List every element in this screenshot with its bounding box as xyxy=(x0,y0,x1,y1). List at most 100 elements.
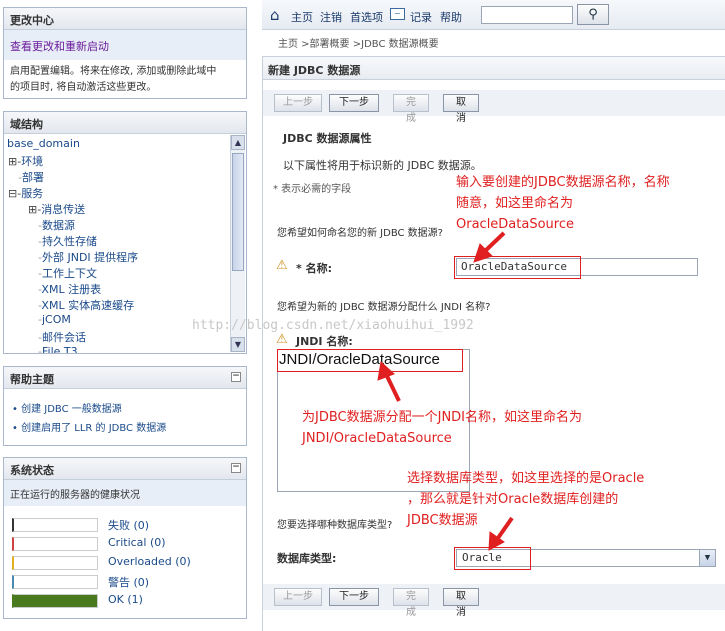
system-status-panel: 系统状态 − 正在运行的服务器的健康状况 失败 (0) Critical (0) O… xyxy=(3,457,247,619)
tree-item-jcom[interactable]: -jCOM xyxy=(38,313,71,326)
tree-label: 环境 xyxy=(21,155,44,168)
required-note: * 表示必需的字段 xyxy=(273,184,352,195)
top-button-bar: 上一步 下一步 完成 取消 xyxy=(263,90,725,124)
jndi-label: JNDI 名称: xyxy=(296,335,353,348)
section-desc: 以下属性将用于标识新的 JDBC 数据源。 xyxy=(283,159,482,172)
tree-label: 消息传送 xyxy=(41,203,86,216)
tree-label: jCOM xyxy=(41,313,71,326)
system-status-title-text: 系统状态 xyxy=(10,464,54,477)
status-link[interactable]: Overloaded (0) xyxy=(108,555,191,568)
name-field-highlight xyxy=(454,256,581,279)
tree-label: File T3 xyxy=(41,345,78,353)
db-type-highlight xyxy=(454,547,531,570)
finish-button[interactable]: 完成 xyxy=(393,94,429,124)
tree-label: 邮件会话 xyxy=(41,331,86,344)
change-center-title: 更改中心 xyxy=(4,8,246,30)
help-topics-title: 帮助主题 − xyxy=(4,367,246,389)
status-link[interactable]: OK (1) xyxy=(108,593,143,606)
status-bar xyxy=(12,518,98,532)
help-link[interactable]: 帮助 xyxy=(440,9,462,25)
bottom-button-bar: 上一步 下一步 完成 取消 xyxy=(263,584,725,618)
status-link[interactable]: 失败 (0) xyxy=(108,517,149,533)
tree-item-xml-registry[interactable]: -XML 注册表 xyxy=(38,281,101,297)
page-title: 新建 JDBC 数据源 xyxy=(263,56,725,80)
tree-item-foreign-jndi[interactable]: -外部 JNDI 提供程序 xyxy=(38,249,138,265)
annotation-line: 选择数据库类型，如这里选择的是Oracle xyxy=(407,471,645,486)
status-link[interactable]: 警告 (0) xyxy=(108,574,149,590)
record-link[interactable]: 记录 xyxy=(410,9,432,25)
collapse-icon[interactable]: − xyxy=(231,372,241,382)
change-center-desc: 启用配置编辑。将来在修改, 添加或删除此域中 的项目时, 将自动激活这些更改。 xyxy=(4,60,246,100)
tree-item-services[interactable]: ⊟-服务 xyxy=(8,185,43,201)
next-button[interactable]: 下一步 xyxy=(329,588,379,606)
tree-label: 部署 xyxy=(21,171,44,184)
search-input[interactable] xyxy=(481,6,573,24)
info-icon[interactable]: ⚠ xyxy=(276,258,288,273)
record-icon[interactable]: ~ xyxy=(390,8,405,20)
top-toolbar: ⌂ 主页 注销 首选项 ~ 记录 帮助 ⚲ xyxy=(262,0,725,30)
help-link-create-llr[interactable]: 创建启用了 LLR 的 JDBC 数据源 xyxy=(21,423,166,434)
annotation-jndi: 为JDBC数据源分配一个JNDI名称，如这里命名为 JNDI/OracleDat… xyxy=(302,407,582,449)
bullet-icon: • xyxy=(12,404,18,415)
home-link[interactable]: 主页 xyxy=(291,9,313,25)
preferences-link[interactable]: 首选项 xyxy=(350,9,383,25)
cancel-button[interactable]: 取消 xyxy=(443,588,479,618)
status-bar-fill xyxy=(14,595,97,607)
scroll-down-icon[interactable]: ▼ xyxy=(231,337,245,352)
annotation-db: 选择数据库类型，如这里选择的是Oracle ，那么就是针对Oracle数据库创建… xyxy=(407,468,644,531)
annotation-line: JNDI/OracleDataSource xyxy=(302,431,452,446)
tree-item-deployment[interactable]: -部署 xyxy=(18,169,44,185)
tree-label: XML 实体高速缓存 xyxy=(41,299,135,312)
scroll-thumb[interactable] xyxy=(232,153,244,271)
logout-link[interactable]: 注销 xyxy=(320,9,342,25)
tree-item-xml-cache[interactable]: -XML 实体高速缓存 xyxy=(38,297,134,313)
help-link-2-row: • 创建启用了 LLR 的 JDBC 数据源 xyxy=(12,419,166,434)
change-center-desc-line2: 的项目时, 将自动激活这些更改。 xyxy=(10,82,157,93)
help-topics-panel: 帮助主题 − • 创建 JDBC 一般数据源 • 创建启用了 LLR 的 JDB… xyxy=(3,366,247,446)
annotation-line: ，那么就是针对Oracle数据库创建的 xyxy=(407,492,619,507)
tree-label: 服务 xyxy=(21,187,44,200)
search-icon: ⚲ xyxy=(588,7,598,22)
status-bar xyxy=(12,556,98,570)
tree-item-mail-session[interactable]: -邮件会话 xyxy=(38,329,86,345)
status-link[interactable]: Critical (0) xyxy=(108,536,166,549)
question-jndi: 您希望为新的 JDBC 数据源分配什么 JNDI 名称? xyxy=(277,302,491,313)
finish-button[interactable]: 完成 xyxy=(393,588,429,618)
help-topics-title-text: 帮助主题 xyxy=(10,373,54,386)
tree-item-work-context[interactable]: -工作上下文 xyxy=(38,265,97,281)
chevron-down-icon[interactable]: ▼ xyxy=(699,550,715,566)
change-center-desc-line1: 启用配置编辑。将来在修改, 添加或删除此域中 xyxy=(10,66,217,77)
status-bar xyxy=(12,537,98,551)
prev-button[interactable]: 上一步 xyxy=(274,94,322,112)
annotation-line: 随意，如这里命名为 xyxy=(456,196,574,211)
tree-item-file-t3[interactable]: -File T3 xyxy=(38,345,78,353)
tree-label: XML 注册表 xyxy=(41,283,102,296)
cancel-button[interactable]: 取消 xyxy=(443,94,479,124)
help-link-create-jdbc[interactable]: 创建 JDBC 一般数据源 xyxy=(21,404,122,415)
section-title: JDBC 数据源属性 xyxy=(283,132,372,145)
next-button[interactable]: 下一步 xyxy=(329,94,379,112)
prev-button[interactable]: 上一步 xyxy=(274,588,322,606)
view-changes-link[interactable]: 查看更改和重新启动 xyxy=(10,40,109,53)
system-status-title: 系统状态 − xyxy=(4,458,246,480)
scroll-up-icon[interactable]: ▲ xyxy=(231,135,245,150)
breadcrumb[interactable]: 主页 >部署概要 >JDBC 数据源概要 xyxy=(278,35,439,50)
tree-item-environment[interactable]: ⊞-环境 xyxy=(8,153,43,169)
watermark: http://blog.csdn.net/xiaohuihui_1992 xyxy=(192,318,474,333)
tree-item-data-sources[interactable]: -数据源 xyxy=(38,217,75,233)
annotation-line: 输入要创建的JDBC数据源名称，名称 xyxy=(456,175,670,190)
db-type-label: 数据库类型: xyxy=(277,552,337,565)
question-db: 您要选择哪种数据库类型? xyxy=(277,520,393,531)
info-icon[interactable]: ⚠ xyxy=(276,332,288,347)
tree-item-messaging[interactable]: ⊞-消息传送 xyxy=(28,201,85,217)
tree-item-persistent-store[interactable]: -持久性存储 xyxy=(38,233,97,249)
collapse-icon[interactable]: − xyxy=(231,463,241,473)
status-bar xyxy=(12,575,98,589)
search-button[interactable]: ⚲ xyxy=(577,4,609,25)
tree-label: 持久性存储 xyxy=(41,235,97,248)
annotation-name: 输入要创建的JDBC数据源名称，名称 随意，如这里命名为 OracleDataS… xyxy=(456,172,670,235)
tree-root-base-domain[interactable]: base_domain xyxy=(7,137,80,150)
tree-label: 外部 JNDI 提供程序 xyxy=(41,251,139,264)
home-icon[interactable]: ⌂ xyxy=(270,6,280,24)
help-link-1-row: • 创建 JDBC 一般数据源 xyxy=(12,400,122,415)
